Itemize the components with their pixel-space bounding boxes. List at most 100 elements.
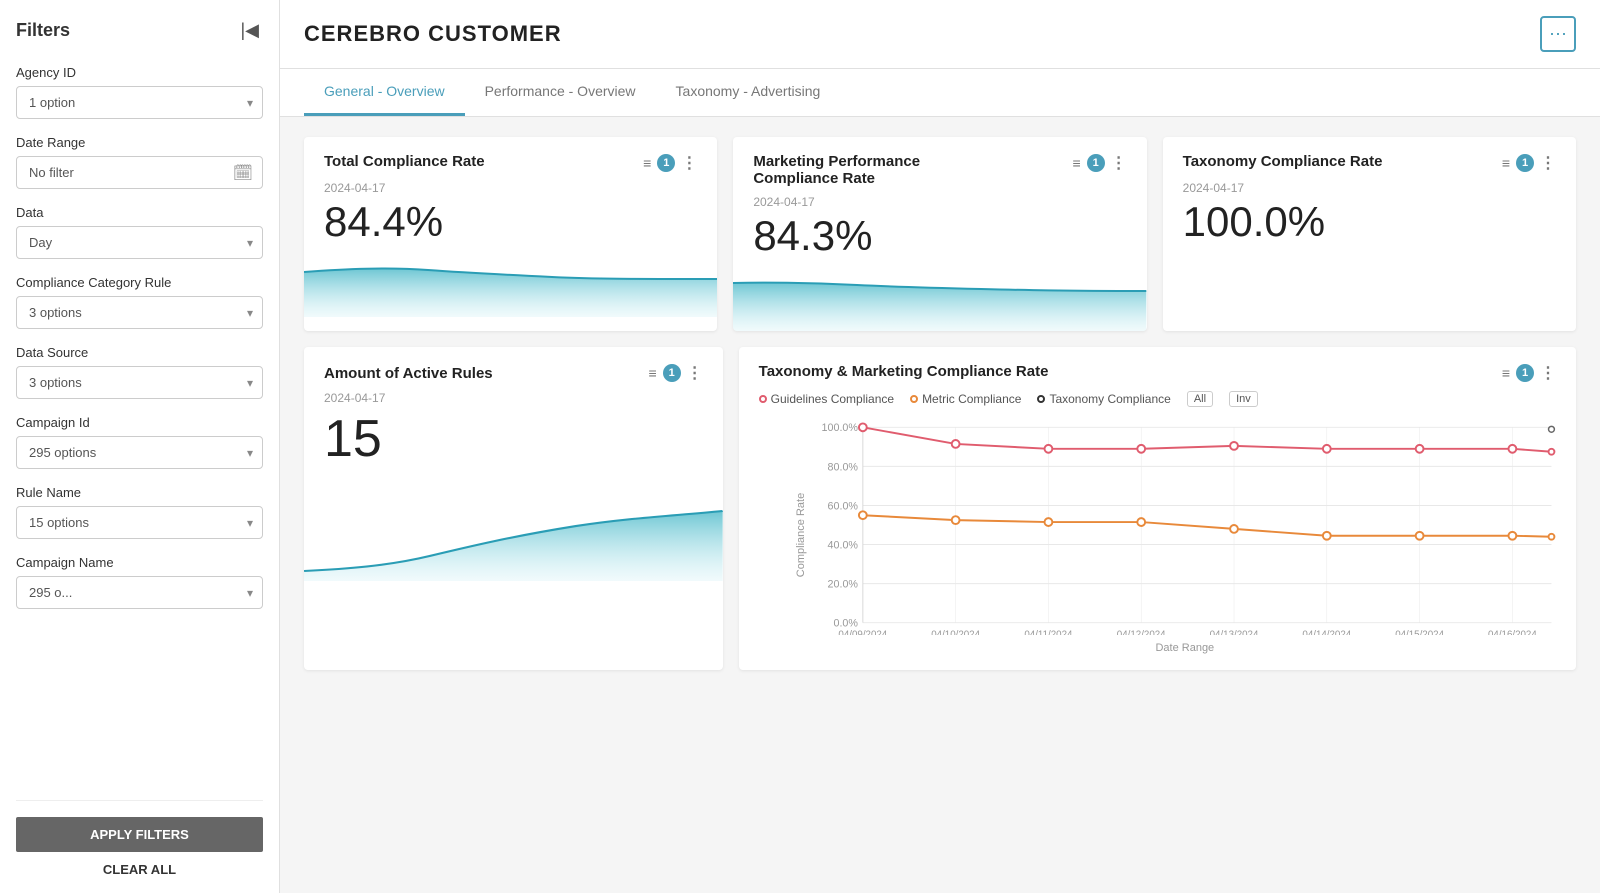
metric-compliance-dot <box>910 395 918 403</box>
taxonomy-compliance-badge: 1 <box>1516 154 1534 172</box>
all-tag[interactable]: All <box>1187 391 1213 407</box>
collapse-sidebar-button[interactable]: |◀ <box>236 16 263 45</box>
marketing-performance-chart <box>733 271 1146 331</box>
tabs: General - Overview Performance - Overvie… <box>280 69 1600 117</box>
sidebar-header: Filters |◀ <box>16 16 263 45</box>
campaign-name-filter: Campaign Name 295 o... ▾ <box>16 555 263 609</box>
total-compliance-date: 2024-04-17 <box>324 181 697 195</box>
marketing-performance-card: Marketing Performance Compliance Rate ≡ … <box>733 137 1146 331</box>
tab-taxonomy-advertising[interactable]: Taxonomy - Advertising <box>656 69 841 116</box>
taxonomy-compliance-filter-button[interactable]: ≡ <box>1502 155 1510 171</box>
agency-id-filter: Agency ID 1 option ▾ <box>16 65 263 119</box>
more-options-button[interactable]: ⋯ <box>1540 16 1576 52</box>
marketing-performance-filter-button[interactable]: ≡ <box>1072 155 1080 171</box>
campaign-name-wrapper: 295 o... ▾ <box>16 576 263 609</box>
taxonomy-compliance-date: 2024-04-17 <box>1183 181 1556 195</box>
active-rules-badge: 1 <box>663 364 681 382</box>
taxonomy-compliance-menu-button[interactable]: ⋮ <box>1540 153 1556 173</box>
marketing-performance-actions: ≡ 1 ⋮ <box>1072 153 1126 173</box>
total-compliance-badge: 1 <box>657 154 675 172</box>
metric-compliance-label: Metric Compliance <box>922 392 1021 406</box>
inv-tag[interactable]: Inv <box>1229 391 1258 407</box>
marketing-performance-header: Marketing Performance Compliance Rate ≡ … <box>753 153 1126 187</box>
line-chart-filter-button[interactable]: ≡ <box>1502 365 1510 381</box>
campaign-name-select[interactable]: 295 o... <box>16 576 263 609</box>
date-range-label: Date Range <box>16 135 263 150</box>
dashboard: Total Compliance Rate ≡ 1 ⋮ 2024-04-17 8… <box>280 117 1600 893</box>
svg-text:20.0%: 20.0% <box>827 579 858 591</box>
taxonomy-compliance-title: Taxonomy Compliance Rate <box>1183 153 1383 170</box>
agency-id-label: Agency ID <box>16 65 263 80</box>
guidelines-compliance-dot <box>759 395 767 403</box>
marketing-performance-menu-button[interactable]: ⋮ <box>1111 153 1127 173</box>
data-source-filter: Data Source 3 options ▾ <box>16 345 263 399</box>
line-chart-title: Taxonomy & Marketing Compliance Rate <box>759 363 1049 380</box>
line-chart-menu-button[interactable]: ⋮ <box>1540 363 1556 383</box>
date-range-select-wrapper: No filter 🗓 <box>16 156 263 189</box>
taxonomy-compliance-card: Taxonomy Compliance Rate ≡ 1 ⋮ 2024-04-1… <box>1163 137 1576 331</box>
active-rules-filter-button[interactable]: ≡ <box>648 365 656 381</box>
data-source-select[interactable]: 3 options <box>16 366 263 399</box>
data-filter-label: Data <box>16 205 263 220</box>
agency-id-select[interactable]: 1 option <box>16 86 263 119</box>
legend: Guidelines Compliance Metric Compliance … <box>759 391 1556 407</box>
y-axis-label: Compliance Rate <box>795 493 807 577</box>
svg-text:80.0%: 80.0% <box>827 461 858 473</box>
legend-item-taxonomy: Taxonomy Compliance <box>1037 392 1170 406</box>
legend-item-guidelines: Guidelines Compliance <box>759 392 894 406</box>
apply-filters-button[interactable]: APPLY FILTERS <box>16 817 263 852</box>
guidelines-compliance-label: Guidelines Compliance <box>771 392 894 406</box>
svg-text:04/14/2024: 04/14/2024 <box>1302 630 1351 636</box>
active-rules-chart <box>304 481 723 581</box>
compliance-category-rule-filter: Compliance Category Rule 3 options ▾ <box>16 275 263 329</box>
campaign-id-select[interactable]: 295 options <box>16 436 263 469</box>
active-rules-menu-button[interactable]: ⋮ <box>687 363 703 383</box>
campaign-name-label: Campaign Name <box>16 555 263 570</box>
data-source-label: Data Source <box>16 345 263 360</box>
total-compliance-menu-button[interactable]: ⋮ <box>681 153 697 173</box>
clear-all-button[interactable]: CLEAR ALL <box>103 862 176 877</box>
svg-text:60.0%: 60.0% <box>827 501 858 513</box>
tab-general-overview[interactable]: General - Overview <box>304 69 465 116</box>
taxonomy-compliance-line-label: Taxonomy Compliance <box>1049 392 1170 406</box>
compliance-category-rule-select[interactable]: 3 options <box>16 296 263 329</box>
agency-id-select-wrapper: 1 option ▾ <box>16 86 263 119</box>
compliance-category-rule-wrapper: 3 options ▾ <box>16 296 263 329</box>
sidebar-actions: APPLY FILTERS CLEAR ALL <box>16 800 263 893</box>
total-compliance-title: Total Compliance Rate <box>324 153 485 170</box>
svg-text:04/13/2024: 04/13/2024 <box>1209 630 1258 636</box>
total-compliance-value: 84.4% <box>324 199 697 245</box>
line-chart-header: Taxonomy & Marketing Compliance Rate ≡ 1… <box>759 363 1556 383</box>
data-select[interactable]: Day <box>16 226 263 259</box>
line-chart-actions: ≡ 1 ⋮ <box>1502 363 1556 383</box>
taxonomy-compliance-chart <box>1163 257 1576 317</box>
date-range-select[interactable]: No filter <box>16 156 263 189</box>
bottom-row: Amount of Active Rules ≡ 1 ⋮ 2024-04-17 … <box>304 347 1576 670</box>
chart-area: Compliance Rate 100.0% 80.0% 60.0% 4 <box>759 415 1556 654</box>
active-rules-title: Amount of Active Rules <box>324 365 493 382</box>
campaign-id-wrapper: 295 options ▾ <box>16 436 263 469</box>
line-chart-badge: 1 <box>1516 364 1534 382</box>
data-select-wrapper: Day ▾ <box>16 226 263 259</box>
tab-performance-overview[interactable]: Performance - Overview <box>465 69 656 116</box>
data-source-wrapper: 3 options ▾ <box>16 366 263 399</box>
active-rules-header: Amount of Active Rules ≡ 1 ⋮ <box>324 363 703 383</box>
svg-text:04/12/2024: 04/12/2024 <box>1116 630 1165 636</box>
main-content: CEREBRO CUSTOMER ⋯ General - Overview Pe… <box>280 0 1600 893</box>
svg-text:0.0%: 0.0% <box>833 618 858 630</box>
top-bar: CEREBRO CUSTOMER ⋯ <box>280 0 1600 69</box>
taxonomy-compliance-value: 100.0% <box>1183 199 1556 245</box>
total-compliance-header: Total Compliance Rate ≡ 1 ⋮ <box>324 153 697 173</box>
svg-text:04/11/2024: 04/11/2024 <box>1024 630 1073 636</box>
legend-item-metric: Metric Compliance <box>910 392 1021 406</box>
rule-name-wrapper: 15 options ▾ <box>16 506 263 539</box>
taxonomy-compliance-actions: ≡ 1 ⋮ <box>1502 153 1556 173</box>
marketing-performance-value: 84.3% <box>753 213 1126 259</box>
total-compliance-chart <box>304 257 717 317</box>
rule-name-filter: Rule Name 15 options ▾ <box>16 485 263 539</box>
rule-name-select[interactable]: 15 options <box>16 506 263 539</box>
active-rules-value: 15 <box>324 409 703 469</box>
total-compliance-filter-button[interactable]: ≡ <box>643 155 651 171</box>
page-title: CEREBRO CUSTOMER <box>304 21 562 47</box>
date-range-filter: Date Range No filter 🗓 <box>16 135 263 189</box>
